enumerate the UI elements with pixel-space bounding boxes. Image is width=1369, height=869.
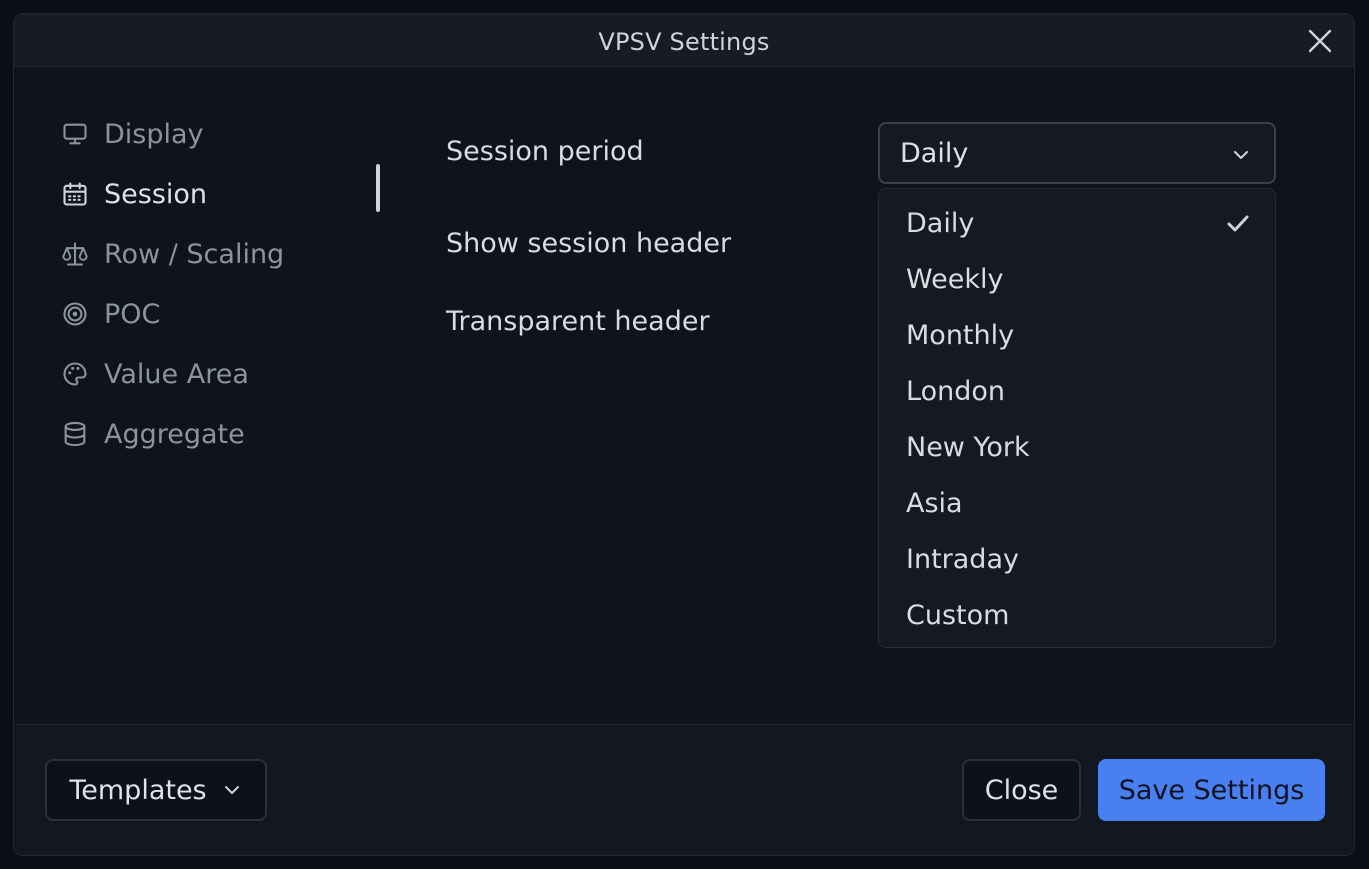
dropdown-option-custom[interactable]: Custom	[879, 587, 1275, 643]
option-label: Intraday	[906, 543, 1019, 575]
sidebar-item-aggregate[interactable]: Aggregate	[60, 404, 390, 464]
dialog-titlebar: VPSV Settings	[14, 14, 1354, 67]
dropdown-option-intraday[interactable]: Intraday	[879, 531, 1275, 587]
sidebar-item-poc[interactable]: POC	[60, 284, 390, 344]
transparent-header-label: Transparent header	[446, 306, 710, 337]
session-period-select[interactable]: Daily	[878, 122, 1276, 184]
show-session-header-label: Show session header	[446, 228, 732, 259]
session-period-label: Session period	[446, 136, 644, 167]
calendar-icon	[60, 179, 90, 209]
option-label: Weekly	[906, 263, 1004, 295]
settings-dialog: VPSV Settings Display Session Row / Scal…	[13, 13, 1355, 856]
option-label: Daily	[906, 207, 975, 239]
templates-button[interactable]: Templates	[45, 759, 267, 821]
sidebar-item-row-scaling[interactable]: Row / Scaling	[60, 224, 390, 284]
target-icon	[60, 299, 90, 329]
option-label: London	[906, 375, 1005, 407]
option-label: Monthly	[906, 319, 1015, 351]
option-label: Asia	[906, 487, 963, 519]
chevron-down-icon	[224, 786, 239, 794]
save-settings-button[interactable]: Save Settings	[1098, 759, 1325, 821]
dropdown-option-asia[interactable]: Asia	[879, 475, 1275, 531]
session-period-dropdown: Daily Weekly Monthly London New York Asi…	[878, 188, 1276, 648]
dropdown-option-daily[interactable]: Daily	[879, 195, 1275, 251]
settings-sidebar: Display Session Row / Scaling POC Value …	[60, 104, 390, 464]
dialog-footer: Templates Close Save Settings	[14, 724, 1354, 855]
option-label: New York	[906, 431, 1030, 463]
scale-icon	[60, 239, 90, 269]
sidebar-item-session[interactable]: Session	[60, 164, 390, 224]
dropdown-option-new-york[interactable]: New York	[879, 419, 1275, 475]
sidebar-item-value-area[interactable]: Value Area	[60, 344, 390, 404]
dropdown-option-weekly[interactable]: Weekly	[879, 251, 1275, 307]
dropdown-option-london[interactable]: London	[879, 363, 1275, 419]
sidebar-item-label: Display	[104, 118, 204, 150]
close-button[interactable]: Close	[962, 759, 1081, 821]
sidebar-item-label: Row / Scaling	[104, 238, 285, 270]
sidebar-item-label: Aggregate	[104, 418, 245, 450]
session-period-value: Daily	[900, 138, 969, 169]
sidebar-item-label: Value Area	[104, 358, 249, 390]
templates-label: Templates	[69, 774, 207, 806]
chevron-down-icon	[1230, 144, 1252, 166]
checkmark-icon	[1225, 211, 1251, 237]
dialog-title: VPSV Settings	[598, 28, 770, 56]
sidebar-item-display[interactable]: Display	[60, 104, 390, 164]
sidebar-item-label: POC	[104, 298, 161, 330]
database-icon	[60, 419, 90, 449]
monitor-icon	[60, 119, 90, 149]
option-label: Custom	[906, 599, 1010, 631]
dropdown-option-monthly[interactable]: Monthly	[879, 307, 1275, 363]
active-tab-indicator	[376, 164, 380, 212]
close-icon[interactable]	[1306, 27, 1334, 55]
palette-icon	[60, 359, 90, 389]
sidebar-item-label: Session	[104, 178, 208, 210]
